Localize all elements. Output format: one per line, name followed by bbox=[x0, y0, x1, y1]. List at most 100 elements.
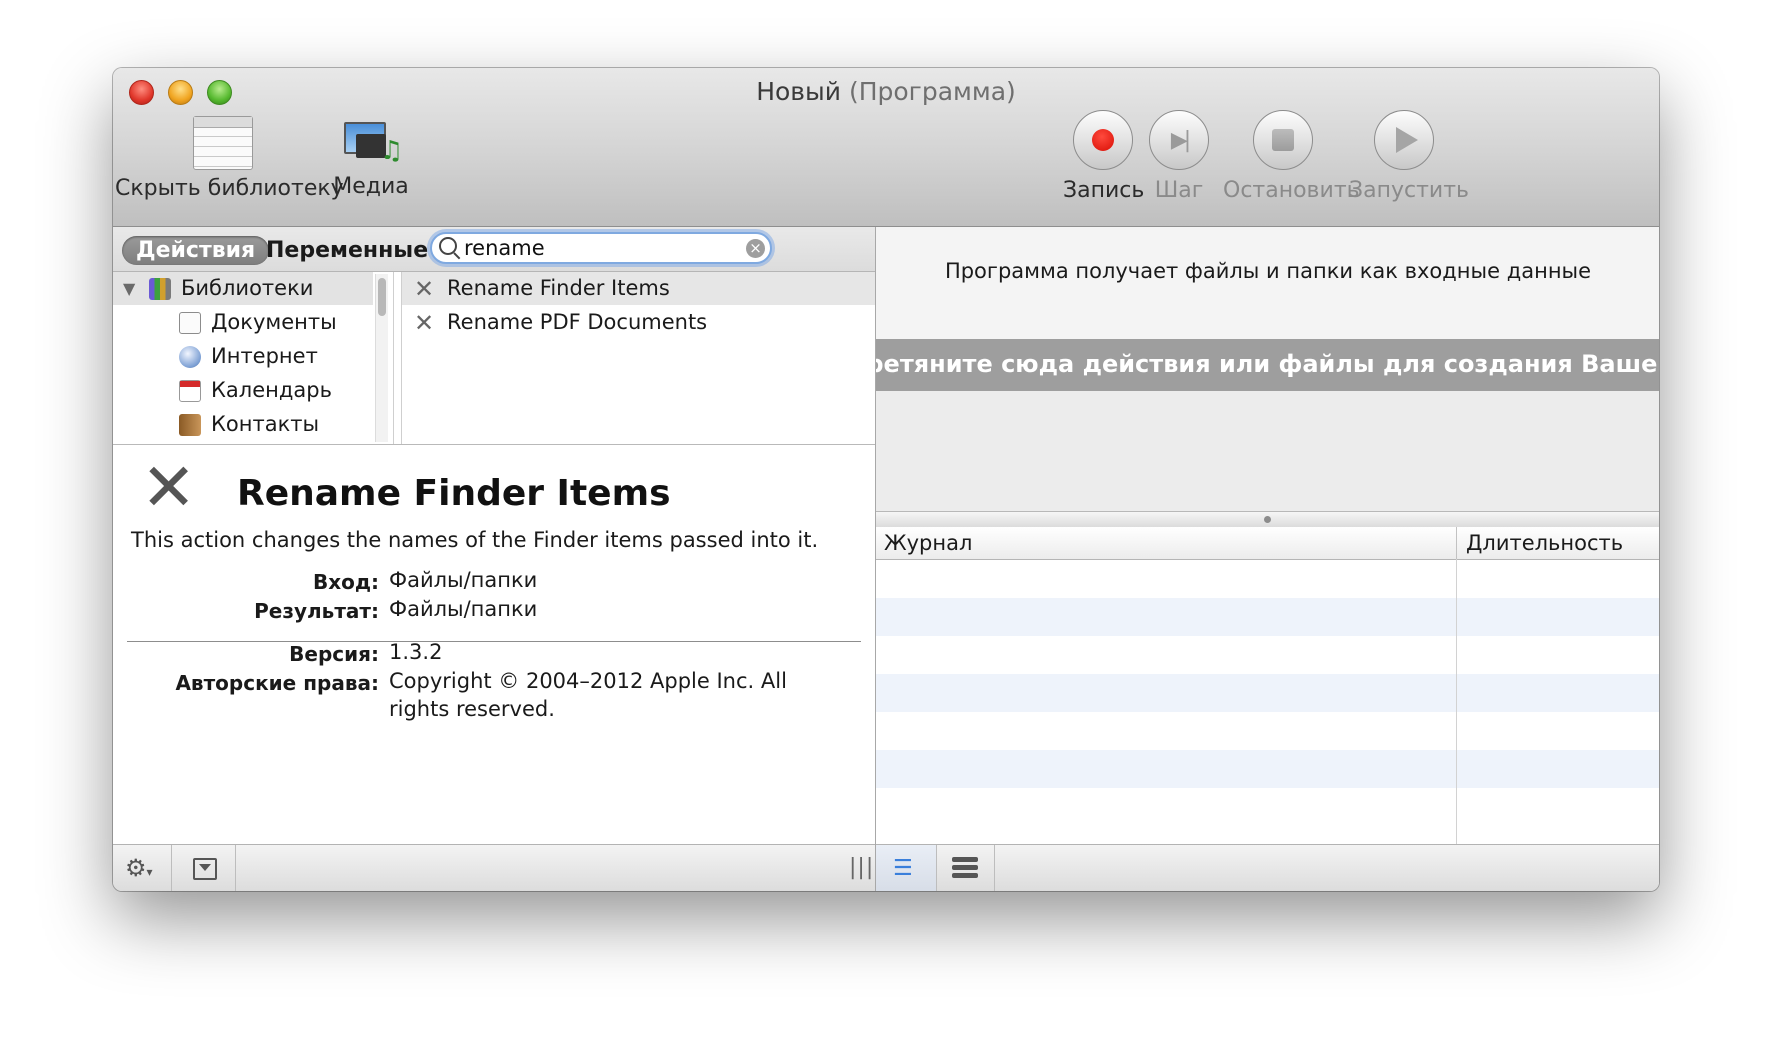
log-row bbox=[876, 712, 1659, 750]
action-label: Rename PDF Documents bbox=[447, 310, 708, 334]
drop-zone-banner[interactable]: Перетяните сюда действия или файлы для с… bbox=[876, 339, 1659, 391]
library-item-label: Документы bbox=[211, 310, 337, 334]
library-pane: Действия Переменные × ▼ Библиотеки Докум… bbox=[113, 227, 876, 845]
log-list-view-button[interactable]: ☰ bbox=[876, 845, 936, 891]
log-row bbox=[876, 598, 1659, 636]
search-icon bbox=[439, 237, 457, 255]
bottom-divider bbox=[171, 845, 172, 891]
action-title: Rename Finder Items bbox=[237, 473, 671, 514]
input-label: Вход: bbox=[312, 570, 379, 594]
result-label-wrap: Результат: bbox=[113, 599, 379, 627]
action-large-icon: ✕ bbox=[141, 449, 197, 526]
splitter-grip-icon bbox=[1264, 516, 1271, 523]
workflow-input-text: Программа получает файлы и папки как вхо… bbox=[944, 259, 1592, 283]
library-tabbar: Действия Переменные × bbox=[113, 227, 875, 272]
action-summary: This action changes the names of the Fin… bbox=[131, 528, 819, 552]
column-resize-handle[interactable]: ||| bbox=[849, 855, 874, 880]
copyright-label-wrap: Авторские права: bbox=[113, 671, 379, 699]
record-label: Запись bbox=[1063, 178, 1145, 203]
media-label: Медиа bbox=[333, 174, 409, 199]
gear-icon[interactable]: ⚙▾ bbox=[125, 854, 153, 882]
media-button[interactable]: ♫ Медиа bbox=[323, 116, 419, 199]
automator-action-icon: ✕ bbox=[414, 275, 435, 303]
workflow-pane: Программа получает файлы и папки как вхо… bbox=[875, 227, 1659, 891]
library-item-calendar[interactable]: Календарь bbox=[113, 374, 373, 407]
library-books-icon bbox=[149, 278, 171, 300]
automator-window: Новый (Программа) Скрыть библиотеку ♫ Ме… bbox=[113, 68, 1659, 891]
action-item[interactable]: ✕ Rename PDF Documents bbox=[402, 306, 876, 339]
library-item-label: Контакты bbox=[211, 412, 320, 436]
workflow-input-info: Программа получает файлы и папки как вхо… bbox=[876, 227, 1659, 340]
library-item-label: Интернет bbox=[211, 344, 318, 368]
rows-icon bbox=[952, 857, 978, 862]
bottom-divider bbox=[235, 845, 236, 891]
list-view-icon: ☰ bbox=[893, 856, 913, 881]
library-item-internet[interactable]: Интернет bbox=[113, 340, 373, 373]
log-row bbox=[876, 788, 1659, 826]
clear-search-icon[interactable]: × bbox=[746, 239, 765, 258]
copyright-label: Авторские права: bbox=[175, 671, 379, 695]
show-description-button[interactable] bbox=[193, 858, 217, 880]
library-scrollbar[interactable] bbox=[375, 274, 388, 442]
hide-library-button[interactable]: Скрыть библиотеку bbox=[115, 116, 344, 201]
duration-column-header[interactable]: Длительность bbox=[1466, 531, 1623, 555]
workflow-bottom-bar: ☰ bbox=[876, 844, 1659, 891]
search-field: × bbox=[430, 232, 772, 264]
copyright-line-2: rights reserved. bbox=[389, 697, 555, 721]
log-row bbox=[876, 750, 1659, 788]
globe-icon bbox=[179, 346, 201, 368]
action-item[interactable]: ✕ Rename Finder Items bbox=[402, 272, 876, 305]
action-label: Rename Finder Items bbox=[447, 276, 670, 300]
log-table: Журнал Длительность bbox=[876, 527, 1659, 844]
library-item-contacts[interactable]: Контакты bbox=[113, 408, 373, 441]
column-divider[interactable] bbox=[1456, 527, 1457, 559]
step-button[interactable]: ▶| Шаг bbox=[1149, 110, 1209, 203]
log-column-separator bbox=[1456, 559, 1457, 844]
log-header: Журнал Длительность bbox=[876, 527, 1659, 560]
window-title-kind: (Программа) bbox=[848, 77, 1016, 106]
bottom-divider bbox=[936, 845, 937, 891]
log-row bbox=[876, 636, 1659, 674]
action-description: ✕ Rename Finder Items This action change… bbox=[113, 444, 875, 845]
run-label: Запустить bbox=[1349, 178, 1469, 203]
log-row bbox=[876, 674, 1659, 712]
scrollbar-thumb[interactable] bbox=[378, 278, 386, 316]
record-button[interactable]: Запись bbox=[1063, 110, 1145, 203]
calendar-icon bbox=[179, 380, 201, 402]
disclosure-triangle-icon[interactable]: ▼ bbox=[123, 272, 135, 305]
record-icon bbox=[1092, 129, 1114, 151]
step-label: Шаг bbox=[1154, 178, 1204, 203]
tab-actions[interactable]: Действия bbox=[122, 236, 270, 265]
version-label: Версия: bbox=[289, 642, 379, 666]
window-title: Новый (Программа) bbox=[113, 77, 1659, 106]
library-root-label: Библиотеки bbox=[181, 276, 314, 300]
library-icon bbox=[193, 116, 253, 170]
copyright-line-1: Copyright © 2004–2012 Apple Inc. All bbox=[389, 669, 787, 693]
library-list: ▼ Библиотеки Документы Интернет Календар… bbox=[113, 272, 394, 444]
contacts-icon bbox=[179, 414, 201, 436]
version-value: 1.3.2 bbox=[389, 640, 443, 664]
log-row bbox=[876, 560, 1659, 598]
bottom-divider bbox=[994, 845, 995, 891]
hide-library-label: Скрыть библиотеку bbox=[115, 176, 344, 201]
result-label: Результат: bbox=[254, 599, 379, 623]
stop-label: Остановить bbox=[1223, 178, 1360, 203]
result-value: Файлы/папки bbox=[389, 597, 538, 621]
library-item-label: Календарь bbox=[211, 378, 332, 402]
library-item-documents[interactable]: Документы bbox=[113, 306, 373, 339]
tab-variables[interactable]: Переменные bbox=[266, 236, 428, 265]
actions-list: ✕ Rename Finder Items ✕ Rename PDF Docum… bbox=[401, 272, 876, 444]
automator-action-icon: ✕ bbox=[414, 309, 435, 337]
play-icon bbox=[1396, 127, 1418, 153]
stop-button[interactable]: Остановить bbox=[1223, 110, 1360, 203]
window-title-name: Новый bbox=[756, 77, 842, 106]
drop-zone-hint: Перетяните сюда действия или файлы для с… bbox=[876, 350, 1659, 378]
media-icon: ♫ bbox=[342, 116, 403, 168]
run-button[interactable]: Запустить bbox=[1349, 110, 1469, 203]
library-bottom-bar: ⚙▾ ||| bbox=[113, 844, 875, 891]
log-column-header[interactable]: Журнал bbox=[884, 531, 972, 555]
input-value: Файлы/папки bbox=[389, 568, 538, 592]
search-input[interactable] bbox=[464, 236, 734, 260]
library-root-row[interactable]: ▼ Библиотеки bbox=[113, 272, 373, 305]
workflow-area[interactable] bbox=[876, 391, 1659, 511]
